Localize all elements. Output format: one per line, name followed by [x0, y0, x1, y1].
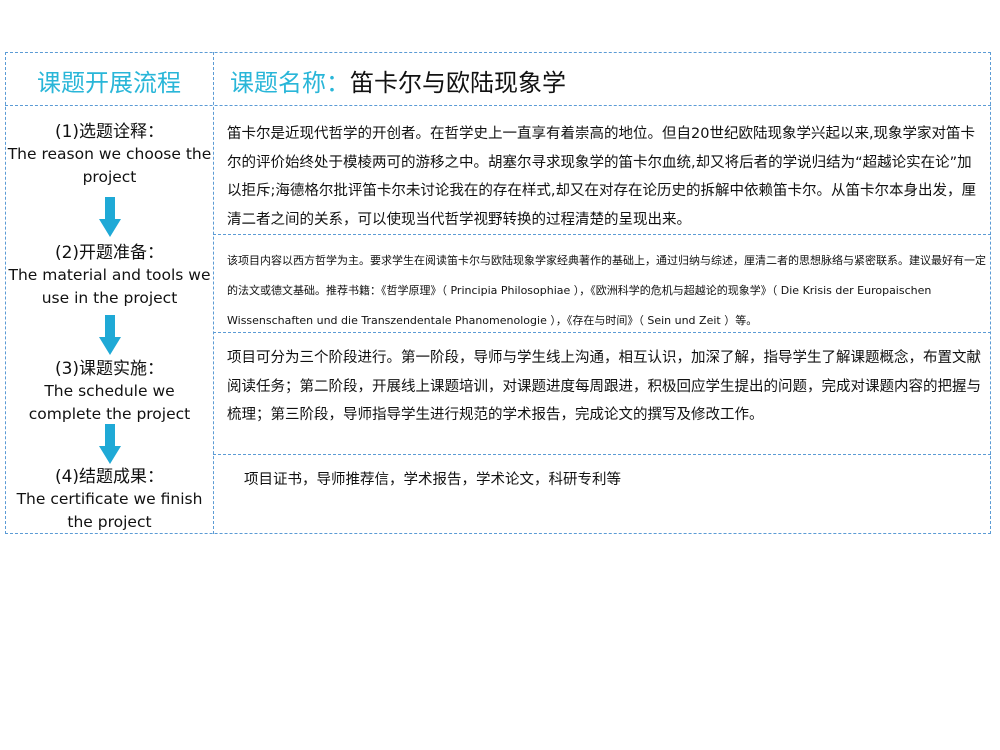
arrow-down-icon	[99, 315, 121, 355]
column-divider	[213, 52, 214, 534]
content-reason: 笛卡尔是近现代哲学的开创者。在哲学史上一直享有着崇高的地位。但自20世纪欧陆现象…	[227, 126, 976, 228]
step-1: (1)选题诠释： The reason we choose the projec…	[6, 121, 213, 189]
step-subtitle: The schedule we complete the project	[28, 382, 191, 423]
step-title: (2)开题准备：	[54, 243, 165, 263]
arrow-down-icon	[99, 197, 121, 237]
process-title: 课题开展流程	[37, 68, 181, 97]
project-title-bar: 课题名称： 笛卡尔与欧陆现象学	[230, 56, 566, 104]
step-subtitle: The reason we choose the project	[7, 145, 212, 186]
row-divider-3	[213, 454, 991, 455]
step-subtitle: The certificate we finish the project	[16, 490, 203, 531]
project-name: 笛卡尔与欧陆现象学	[350, 68, 566, 97]
content-results: 项目证书，导师推荐信，学术报告，学术论文，科研专利等	[244, 472, 621, 488]
step-title: (1)选题诠释：	[54, 122, 165, 142]
step-title: (4)结题成果：	[54, 467, 165, 487]
content-materials: 该项目内容以西方哲学为主。要求学生在阅读笛卡尔与欧陆现象学家经典著作的基础上，通…	[227, 254, 986, 327]
step-2: (2)开题准备： The material and tools we use i…	[6, 242, 213, 310]
step-subtitle: The material and tools we use in the pro…	[8, 266, 211, 307]
step-title: (3)课题实施：	[54, 359, 165, 379]
step-4: (4)结题成果： The certificate we finish the p…	[6, 466, 213, 534]
project-name-label: 课题名称：	[230, 68, 350, 97]
step-3: (3)课题实施： The schedule we complete the pr…	[6, 358, 213, 426]
content-schedule: 项目可分为三个阶段进行。第一阶段，导师与学生线上沟通，相互认识，加深了解，指导学…	[227, 350, 981, 423]
arrow-down-icon	[99, 424, 121, 464]
header-divider	[5, 105, 991, 106]
row-divider-1	[213, 234, 991, 235]
